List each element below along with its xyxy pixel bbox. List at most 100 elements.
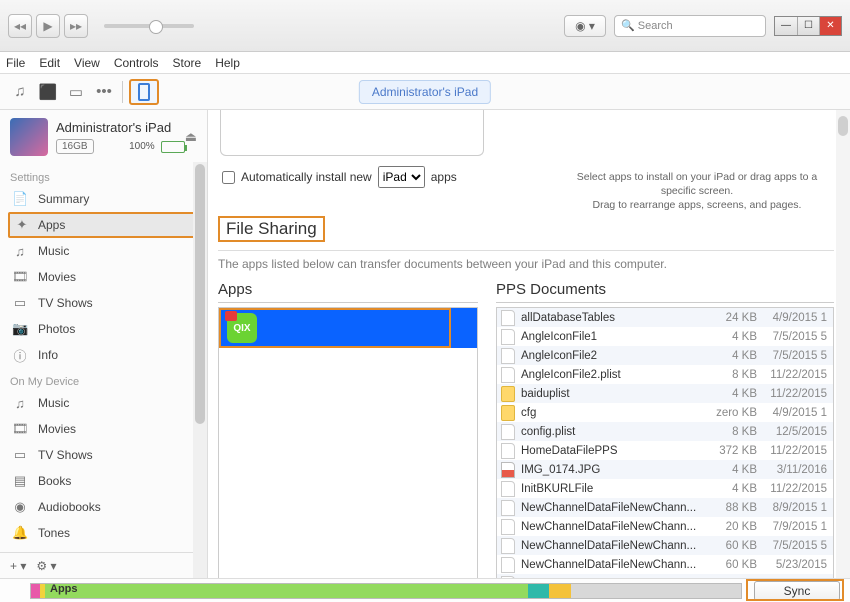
sidebar-item-audiobooks[interactable]: ◉Audiobooks xyxy=(0,494,207,520)
sidebar-item-photos[interactable]: 📷Photos xyxy=(0,316,207,342)
sidebar-item-icon: ▭ xyxy=(12,447,28,463)
file-date: 11/22/2015 xyxy=(763,483,829,495)
account-button[interactable]: ◉ ▾ xyxy=(564,15,606,37)
document-row[interactable]: AngleIconFile14 KB7/5/2015 5 xyxy=(497,327,833,346)
more-tab-icon[interactable]: ••• xyxy=(90,81,118,103)
document-row[interactable]: AngleIconFile24 KB7/5/2015 5 xyxy=(497,346,833,365)
sidebar-item-summary[interactable]: 📄Summary xyxy=(0,186,207,212)
auto-install-checkbox[interactable] xyxy=(222,171,235,184)
next-button[interactable]: ▸▸ xyxy=(64,14,88,38)
device-name: Administrator's iPad xyxy=(56,120,185,135)
settings-section-label: Settings xyxy=(0,164,207,186)
file-date: 11/22/2015 xyxy=(763,388,829,400)
apps-list[interactable]: QIX xyxy=(218,307,478,578)
volume-slider[interactable] xyxy=(104,24,194,28)
device-name-pill[interactable]: Administrator's iPad xyxy=(359,80,491,104)
add-playlist-button[interactable]: + ▾ xyxy=(10,559,26,573)
file-name: config.plist xyxy=(521,426,697,438)
usage-label: Apps xyxy=(50,583,78,595)
sidebar-item-icon: ⓘ xyxy=(12,346,28,365)
minimize-button[interactable]: — xyxy=(775,17,797,35)
file-name: NewChannelDataFileNewChann... xyxy=(521,559,697,571)
sidebar-gear-icon[interactable]: ⚙ ▾ xyxy=(36,559,56,573)
file-date: 5/23/2015 xyxy=(763,559,829,571)
eject-icon[interactable]: ⏏ xyxy=(185,129,197,145)
sidebar-item-apps[interactable]: ✦Apps xyxy=(8,212,199,238)
file-date: 7/5/2015 5 xyxy=(763,331,829,343)
menu-file[interactable]: File xyxy=(6,56,25,70)
sidebar-item-icon: 🎞 xyxy=(12,421,28,437)
document-row[interactable]: AngleIconFile2.plist8 KB11/22/2015 xyxy=(497,365,833,384)
movies-tab-icon[interactable]: ⬛ xyxy=(34,81,62,103)
sidebar: Administrator's iPad 16GB 100% ⏏ Setting… xyxy=(0,110,208,578)
tv-tab-icon[interactable]: ▭ xyxy=(62,81,90,103)
document-row[interactable]: cfgzero KB4/9/2015 1 xyxy=(497,403,833,422)
documents-list[interactable]: allDatabaseTables24 KB4/9/2015 1AngleIco… xyxy=(496,307,834,578)
sidebar-item-tv-shows[interactable]: ▭TV Shows xyxy=(0,442,207,468)
content-scrollbar[interactable] xyxy=(836,110,850,578)
apps-column-header: Apps xyxy=(218,281,478,303)
usage-segment xyxy=(45,584,528,598)
device-header: Administrator's iPad 16GB 100% ⏏ xyxy=(0,110,207,164)
document-row[interactable]: HomeDataFilePPS372 KB11/22/2015 xyxy=(497,441,833,460)
titlebar: ◂◂ ▶ ▸▸ ◉ ▾ 🔍 Search — ☐ ✕ xyxy=(0,0,850,52)
sidebar-scrollbar[interactable] xyxy=(193,162,207,578)
file-name: allDatabaseTables xyxy=(521,312,697,324)
music-tab-icon[interactable]: ♫ xyxy=(6,81,34,103)
menubar: File Edit View Controls Store Help xyxy=(0,52,850,74)
sync-button[interactable]: Sync xyxy=(754,581,840,601)
document-row[interactable]: NewChannelDataFileNewChann...60 KB7/5/20… xyxy=(497,536,833,555)
sidebar-item-label: Movies xyxy=(38,422,76,436)
document-row[interactable]: NewChannelDataFileNewChann...88 KB8/9/20… xyxy=(497,498,833,517)
document-row[interactable]: baiduplist4 KB11/22/2015 xyxy=(497,384,833,403)
menu-view[interactable]: View xyxy=(74,56,100,70)
document-row[interactable]: config.plist8 KB12/5/2015 xyxy=(497,422,833,441)
sidebar-item-movies[interactable]: 🎞Movies xyxy=(0,264,207,290)
usage-segment xyxy=(549,584,570,598)
file-icon xyxy=(501,424,515,440)
file-icon xyxy=(501,462,515,478)
library-tabs: ♫ ⬛ ▭ ••• Administrator's iPad xyxy=(0,74,850,110)
sidebar-item-books[interactable]: ▤ Books xyxy=(0,468,207,494)
document-row[interactable]: NewChannelDataFileNewChann... 60 KB 5/23/2… xyxy=(497,555,833,574)
battery-percent: 100% xyxy=(129,141,155,152)
menu-store[interactable]: Store xyxy=(173,56,202,70)
file-date: 4/9/2015 1 xyxy=(763,312,829,324)
document-row[interactable]: InitBKURLFile4 KB11/22/2015 xyxy=(497,479,833,498)
search-input[interactable]: 🔍 Search xyxy=(614,15,766,37)
file-date: 12/5/2015 xyxy=(763,426,829,438)
menu-edit[interactable]: Edit xyxy=(39,56,60,70)
sidebar-item-movies[interactable]: 🎞 Movies xyxy=(0,416,207,442)
bottom-bar: Apps Sync xyxy=(0,578,850,602)
sidebar-item-tv-shows[interactable]: ▭TV Shows xyxy=(0,290,207,316)
play-button[interactable]: ▶ xyxy=(36,14,60,38)
storage-usage-bar[interactable] xyxy=(30,583,742,599)
document-row[interactable]: IMG_0174.JPG4 KB3/11/2016 xyxy=(497,460,833,479)
file-icon xyxy=(501,386,515,402)
app-icon: QIX xyxy=(227,313,257,343)
sidebar-item-info[interactable]: ⓘInfo xyxy=(0,342,207,368)
app-row-selected[interactable]: QIX xyxy=(219,308,477,348)
prev-button[interactable]: ◂◂ xyxy=(8,14,32,38)
auto-install-label: Automatically install new xyxy=(241,170,372,184)
usage-segment xyxy=(571,584,741,598)
maximize-button[interactable]: ☐ xyxy=(797,17,819,35)
file-date: 7/9/2015 1 xyxy=(763,521,829,533)
sidebar-item-tones[interactable]: 🔔Tones xyxy=(0,520,207,546)
menu-controls[interactable]: Controls xyxy=(114,56,159,70)
document-row[interactable]: NewChannelDataFileNewChann...20 KB7/9/20… xyxy=(497,517,833,536)
file-size: 60 KB xyxy=(703,559,757,571)
sidebar-item-icon: ▤ xyxy=(12,473,28,489)
sidebar-item-music[interactable]: ♫Music xyxy=(0,390,207,416)
file-name: HomeDataFilePPS xyxy=(521,445,697,457)
sidebar-item-label: Books xyxy=(38,474,71,488)
sidebar-item-music[interactable]: ♫Music xyxy=(0,238,207,264)
device-tab[interactable] xyxy=(129,79,159,105)
close-button[interactable]: ✕ xyxy=(819,17,841,35)
sidebar-footer: + ▾ ⚙ ▾ xyxy=(0,552,207,578)
file-icon xyxy=(501,557,515,573)
sidebar-item-icon: ♫ xyxy=(12,396,28,411)
document-row[interactable]: allDatabaseTables24 KB4/9/2015 1 xyxy=(497,308,833,327)
auto-install-select[interactable]: iPad xyxy=(378,166,425,188)
menu-help[interactable]: Help xyxy=(215,56,240,70)
